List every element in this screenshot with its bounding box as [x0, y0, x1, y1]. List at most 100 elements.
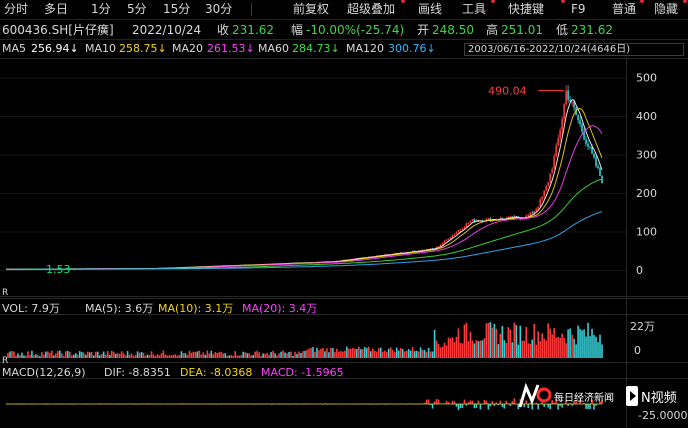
candle-body	[541, 196, 543, 200]
macd-bar	[511, 401, 514, 404]
overlay-button[interactable]: 超级叠加	[347, 2, 395, 17]
volume-bar	[164, 354, 167, 358]
candle-body	[328, 261, 330, 263]
candle-body	[507, 216, 510, 218]
candle-body	[411, 250, 414, 253]
volume-bar	[240, 354, 243, 358]
candle-body	[31, 269, 33, 271]
tools-button[interactable]: 工具	[462, 2, 486, 17]
draw-line-button[interactable]: 画线	[418, 2, 442, 17]
macd-bar	[495, 402, 498, 404]
volume-bar	[409, 350, 412, 358]
ma10-label: MA10	[85, 42, 117, 55]
y-tick-label: 100	[636, 226, 657, 239]
candle-body	[140, 268, 143, 270]
period-toolbar: 分时 多日 1分 5分 15分 30分 前复权 超级叠加 画线 工具 快捷键 F…	[0, 0, 688, 19]
normal-view-button[interactable]: 普通	[612, 2, 636, 17]
volume-bar	[559, 337, 561, 358]
volume-bar	[467, 341, 470, 358]
candle-body	[188, 267, 191, 269]
volume-bar	[102, 351, 105, 358]
candle-body	[322, 261, 324, 263]
panel-divider	[0, 362, 688, 363]
volume-bar	[320, 348, 322, 358]
volume-bar	[37, 354, 39, 358]
candle-body	[561, 118, 563, 131]
candle-body	[47, 269, 49, 271]
qfq-button[interactable]: 前复权	[293, 2, 329, 17]
volume-bar	[242, 351, 244, 358]
candle-body	[37, 269, 39, 271]
volume-bar	[543, 338, 545, 358]
candle-body	[264, 264, 266, 266]
volume-bar	[302, 351, 304, 358]
volume-bar	[497, 344, 500, 358]
volume-bar	[228, 355, 231, 358]
macd-bar	[322, 404, 324, 405]
macd-bar	[451, 400, 454, 404]
volume-bar	[371, 348, 374, 358]
candle-body	[495, 219, 498, 221]
ma5-line	[6, 98, 603, 270]
volume-bar	[216, 352, 219, 358]
candle-body	[493, 219, 496, 221]
candle-body	[373, 256, 376, 258]
candle-body	[186, 267, 189, 269]
candle-body	[33, 269, 35, 271]
candle-body	[481, 220, 484, 222]
volume-bar	[80, 352, 83, 358]
candle-body	[405, 252, 408, 254]
volume-bar	[270, 352, 272, 358]
candle-body	[96, 268, 99, 270]
candle-body	[501, 217, 504, 219]
tab-5min[interactable]: 5分	[127, 2, 147, 17]
volume-bar	[362, 349, 364, 358]
candle-body	[433, 248, 436, 250]
candle-body	[375, 255, 378, 257]
candle-body	[61, 268, 63, 270]
tab-30min[interactable]: 30分	[205, 2, 232, 17]
volume-bar	[356, 349, 358, 358]
tab-time-sharing[interactable]: 分时	[4, 2, 28, 17]
y-tick-label: 200	[636, 187, 657, 200]
tab-1min[interactable]: 1分	[91, 2, 111, 17]
macd-bar	[457, 404, 460, 410]
hotkeys-button[interactable]: 快捷键	[508, 2, 544, 17]
candle-body	[326, 261, 328, 263]
candle-body	[497, 219, 500, 221]
volume-bar	[489, 322, 492, 358]
volume-bar	[118, 354, 121, 358]
macd-bar	[379, 403, 382, 404]
hide-button[interactable]: 隐藏	[654, 2, 678, 17]
volume-bar	[39, 356, 41, 358]
volume-bar	[70, 355, 73, 358]
candle-body	[467, 222, 470, 224]
volume-bar	[367, 346, 370, 358]
volume-bar	[469, 331, 472, 358]
volume-bar	[226, 355, 229, 358]
candle-body	[336, 260, 338, 262]
ma120-value: 300.76↓	[388, 42, 436, 55]
candle-body	[417, 250, 420, 252]
volume-bar	[423, 350, 426, 358]
volume-bar	[455, 336, 458, 358]
candle-body	[403, 252, 406, 254]
main-r-marker: R	[2, 288, 9, 298]
volume-bar	[471, 340, 474, 358]
tab-15min[interactable]: 15分	[163, 2, 190, 17]
volume-bar	[206, 350, 209, 358]
macd-bar	[475, 404, 478, 408]
volume-bar	[180, 351, 183, 358]
volume-bar	[328, 352, 330, 358]
volume-bar	[57, 350, 59, 358]
date-range-selector[interactable]: 2003/06/16-2022/10/24(4646日)	[464, 43, 684, 56]
volume-bar	[435, 340, 438, 358]
volume-bar	[593, 335, 595, 358]
price-axis: 500 400 300 200 100 0	[636, 72, 657, 278]
f9-button[interactable]: F9	[571, 2, 586, 17]
toolbar-divider	[251, 3, 252, 16]
tab-multi-day[interactable]: 多日	[44, 2, 68, 17]
volume-bar	[65, 351, 67, 358]
volume-bar	[579, 329, 581, 358]
volume-bar	[429, 351, 432, 358]
